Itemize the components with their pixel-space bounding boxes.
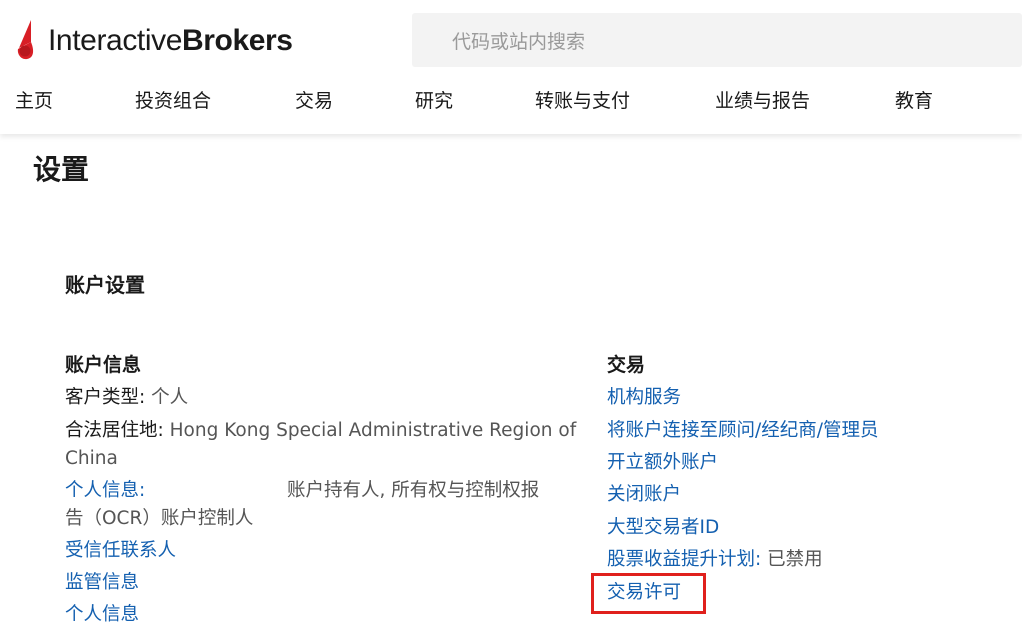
- section-title-account-settings: 账户设置: [65, 273, 145, 297]
- open-additional-account-link[interactable]: 开立额外账户: [607, 449, 718, 477]
- nav-item-home[interactable]: 主页: [15, 86, 53, 113]
- large-trader-id-link[interactable]: 大型交易者ID: [607, 514, 719, 542]
- close-account-link[interactable]: 关闭账户: [607, 481, 681, 509]
- link-advisor-link[interactable]: 将账户连接至顾问/经纪商/管理员: [607, 417, 878, 445]
- logo-text-interactive: Interactive: [48, 24, 182, 57]
- stock-yield-value: 已禁用: [767, 549, 823, 570]
- personal-info-value: 账户持有人, 所有权与控制权报: [287, 480, 540, 501]
- stock-yield-link[interactable]: 股票收益提升计划:: [607, 549, 761, 570]
- personal-info-link[interactable]: 个人信息: [65, 601, 139, 629]
- nav-item-portfolio[interactable]: 投资组合: [135, 86, 211, 113]
- residence-label: 合法居住地:: [65, 420, 164, 441]
- nav-item-performance-reports[interactable]: 业绩与报告: [715, 86, 810, 113]
- logo-text-brokers: Brokers: [182, 24, 293, 57]
- client-type-label: 客户类型:: [65, 387, 146, 408]
- page-title: 设置: [33, 153, 90, 186]
- top-header: InteractiveBrokers 代码或站内搜索 主页 投资组合 交易 研究…: [0, 0, 1022, 134]
- client-type-value: 个人: [151, 387, 189, 408]
- residence-value-line2: China: [65, 448, 118, 469]
- personal-info-value-line2: 告（OCR）账户控制人: [65, 508, 254, 529]
- residence-value: Hong Kong Special Administrative Region …: [169, 420, 577, 441]
- regulatory-info-link[interactable]: 监管信息: [65, 569, 139, 597]
- search-box[interactable]: 代码或站内搜索: [412, 13, 1022, 67]
- logo-wordmark: InteractiveBrokers: [48, 26, 293, 56]
- nav-item-trade[interactable]: 交易: [295, 86, 333, 113]
- stock-yield-row: 股票收益提升计划: 已禁用: [607, 546, 823, 574]
- search-placeholder[interactable]: 代码或站内搜索: [452, 27, 585, 54]
- residence-row: 合法居住地: Hong Kong Special Administrative …: [65, 417, 576, 445]
- personal-info-label-link[interactable]: 个人信息:: [65, 477, 145, 505]
- main-nav: 主页 投资组合 交易 研究 转账与支付 业绩与报告 教育: [0, 86, 1022, 118]
- account-info-heading: 账户信息: [65, 354, 142, 376]
- nav-item-research[interactable]: 研究: [415, 86, 453, 113]
- trading-permissions-highlight: [591, 573, 706, 614]
- trading-heading: 交易: [607, 354, 646, 376]
- institutional-services-link[interactable]: 机构服务: [607, 384, 681, 412]
- client-type-row: 客户类型: 个人: [65, 384, 188, 412]
- ib-logo-mark-icon: [17, 20, 34, 60]
- ib-logo[interactable]: InteractiveBrokers: [15, 16, 293, 66]
- nav-item-transfer-pay[interactable]: 转账与支付: [535, 86, 630, 113]
- trusted-contact-link[interactable]: 受信任联系人: [65, 537, 176, 565]
- nav-item-education[interactable]: 教育: [895, 86, 933, 113]
